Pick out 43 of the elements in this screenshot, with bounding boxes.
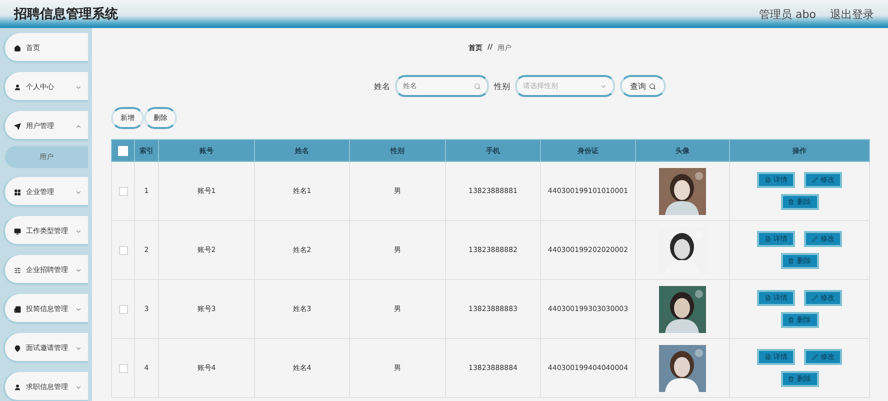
row-checkbox[interactable] [118,246,128,254]
document-icon [764,177,770,183]
trash-icon [788,199,794,205]
menu-icon [14,188,21,196]
menu-icon [14,344,21,352]
menu-icon [14,228,21,234]
row-checkbox[interactable] [118,364,128,372]
trash-icon [788,376,794,382]
search-icon [474,82,481,90]
chevron-icon [75,122,82,130]
menu-icon [14,384,21,390]
chevron-icon [75,84,82,90]
app-title: 招聘信息管理系统 [14,6,118,23]
search-icon [649,82,656,90]
chevron-icon [75,306,82,312]
row-checkbox[interactable] [118,186,128,196]
logout-link[interactable]: 退出登录 [830,6,874,22]
trash-icon [788,317,794,323]
query-button[interactable]: 查询 [620,75,666,97]
chevron-icon [600,82,607,90]
document-icon [764,236,770,242]
menu-icon [14,84,21,90]
user-name: 管理员 abo [759,6,816,22]
trash-icon [788,258,794,264]
document-icon [764,354,770,360]
menu-icon [14,44,21,52]
chevron-icon [75,384,82,390]
field-label: 姓名 [374,80,390,92]
chevron-icon [75,266,82,274]
document-icon [764,295,770,301]
menu-icon [14,266,21,274]
field-label: 性别 [494,80,510,92]
pencil-icon [812,295,818,301]
row-checkbox[interactable] [118,304,128,314]
pencil-icon [812,177,818,183]
chevron-icon [75,188,82,196]
pencil-icon [812,236,818,242]
select-all-checkbox[interactable] [118,146,128,156]
chevron-icon [75,344,82,352]
menu-icon [14,306,21,312]
chevron-icon [75,228,82,234]
menu-icon [14,122,21,130]
pencil-icon [812,354,818,360]
